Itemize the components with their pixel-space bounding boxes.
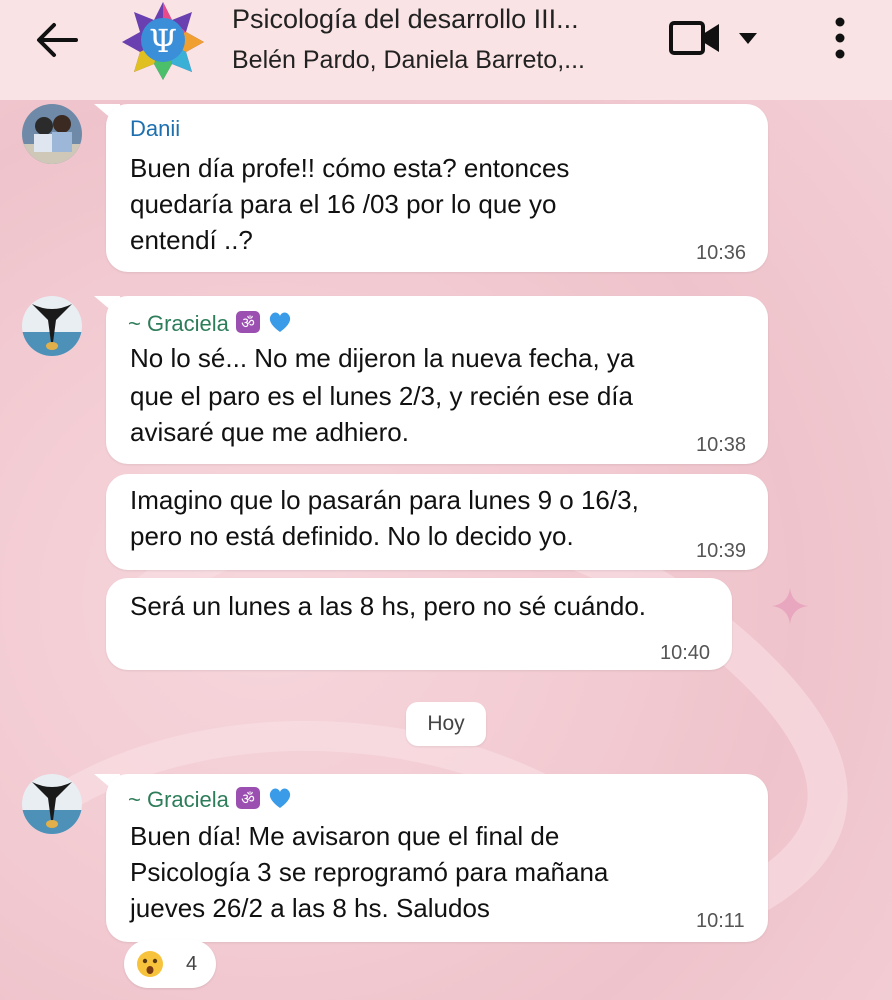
group-avatar[interactable]: Ψ [120,0,206,82]
message-text-line: que el paro es el lunes 2/3, y recién es… [130,381,633,411]
chat-header: Ψ Psicología del desarrollo III... Belén… [0,0,892,100]
back-arrow-icon[interactable] [34,20,78,60]
message-text-line: No lo sé... No me dijeron la nueva fecha… [130,343,635,373]
reaction-count: 4 [186,953,198,975]
sender-name[interactable]: ~ Graciela ॐ [128,310,293,337]
avatar-graciela[interactable] [22,774,82,834]
group-title[interactable]: Psicología del desarrollo III... [232,4,579,35]
more-options-icon[interactable] [828,16,852,60]
svg-text:ॐ: ॐ [241,314,255,332]
group-members[interactable]: Belén Pardo, Daniela Barreto,... [232,46,585,75]
video-call-icon[interactable] [668,20,722,56]
message-text-line: Psicología 3 se reprogramó para mañana [130,857,609,887]
sender-name[interactable]: Danii [130,116,180,142]
message-time: 10:11 [696,910,745,932]
om-emoji-icon: ॐ [236,787,261,809]
message-time: 10:38 [696,434,747,456]
svg-text:Ψ: Ψ [149,22,177,60]
message-text-line: pero no está definido. No lo decido yo. [130,521,574,551]
message-text-line: Buen día profe!! cómo esta? entonces [130,153,570,183]
message-text-line: Buen día! Me avisaron que el final de [130,821,560,851]
message-text-line: quedaría para el 16 /03 por lo que yo [130,189,557,219]
sender-label: ~ Graciela [128,311,229,336]
avatar-graciela[interactable] [22,296,82,356]
om-emoji-icon: ॐ [236,311,261,333]
message-time: 10:40 [660,642,711,664]
sender-name[interactable]: ~ Graciela ॐ [128,786,293,813]
reaction-chip[interactable] [124,940,216,988]
chevron-down-icon[interactable] [738,31,758,45]
astonished-face-icon [137,951,163,977]
message-text-line: entendí ..? [130,225,253,255]
message-text-line: avisaré que me adhiero. [130,417,409,447]
day-separator: Hoy [406,702,486,746]
message-text-line: jueves 26/2 a las 8 hs. Saludos [130,893,490,923]
blue-heart-icon [269,788,291,808]
sender-label: ~ Graciela [128,787,229,812]
message-time: 10:39 [696,540,747,562]
message-text-line: Será un lunes a las 8 hs, pero no sé cuá… [130,591,647,621]
blue-heart-icon [269,312,291,332]
sparkle-icon [772,588,808,624]
message-time: 10:36 [696,242,747,264]
message-text-line: Imagino que lo pasarán para lunes 9 o 16… [130,485,639,515]
avatar-danii[interactable] [22,104,82,164]
svg-text:ॐ: ॐ [241,790,255,808]
